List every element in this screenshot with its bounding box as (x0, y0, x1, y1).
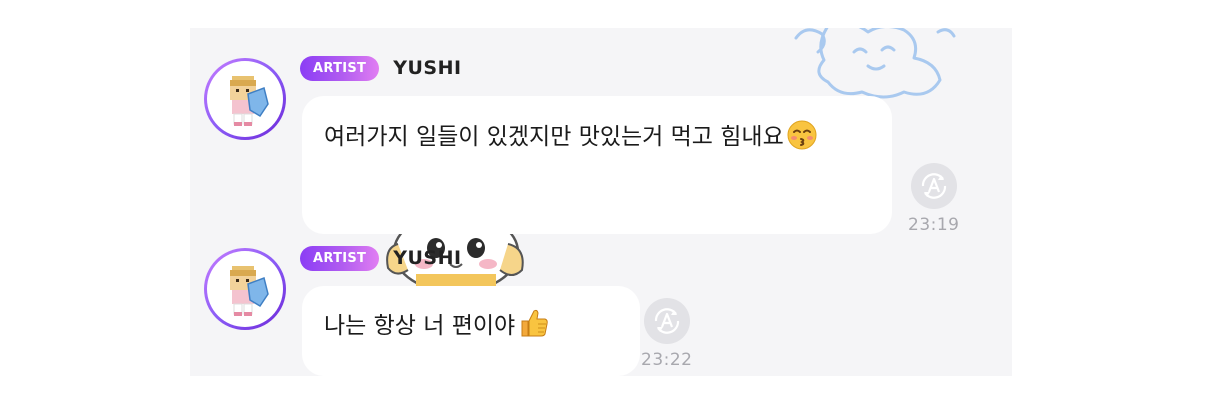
chat-panel[interactable]: ARTIST YUSHI 여러가지 일들이 있겠지만 맛있는거 먹고 힘내요 2… (190, 28, 1012, 376)
pixel-character-avatar (230, 76, 269, 126)
message-timestamp: 23:22 (641, 350, 693, 370)
artist-avatar[interactable] (204, 248, 286, 330)
artist-badge: ARTIST (300, 245, 380, 271)
sender-name[interactable]: YUSHI (393, 57, 461, 79)
avatar-image (207, 251, 283, 327)
translate-icon[interactable] (910, 163, 957, 209)
pixel-character-avatar (230, 266, 269, 316)
message-text: 나는 항상 너 편이야 (324, 313, 516, 339)
message-meta: 23:22 (641, 298, 693, 370)
message-meta: 23:19 (908, 163, 960, 235)
page: ARTIST YUSHI 여러가지 일들이 있겠지만 맛있는거 먹고 힘내요 2… (0, 0, 1206, 401)
sender-name[interactable]: YUSHI (393, 247, 461, 269)
message-bubble[interactable]: 여러가지 일들이 있겠지만 맛있는거 먹고 힘내요 (302, 96, 892, 234)
background-doodle (794, 28, 956, 99)
message-timestamp: 23:19 (908, 215, 960, 235)
artist-badge: ARTIST (300, 55, 380, 81)
sender-row: ARTIST YUSHI (300, 53, 462, 83)
thumbs-up-emoji (518, 307, 550, 356)
translate-icon[interactable] (643, 298, 690, 344)
message-text: 여러가지 일들이 있겠지만 맛있는거 먹고 힘내요 (324, 124, 784, 150)
message-bubble[interactable]: 나는 항상 너 편이야 (302, 286, 640, 376)
avatar-image (207, 61, 283, 137)
sender-row: ARTIST YUSHI (300, 243, 462, 273)
kissing-face-smiling-eyes-emoji (787, 120, 817, 167)
artist-avatar[interactable] (204, 58, 286, 140)
